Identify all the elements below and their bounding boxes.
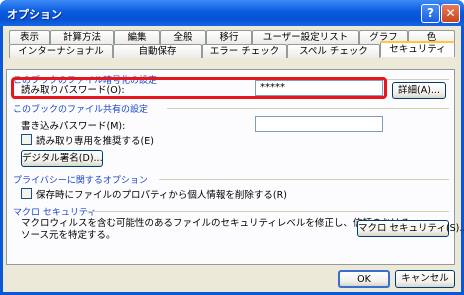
tab-view[interactable]: 表示 (9, 30, 50, 44)
readonly-recommended-label: 読み取り専用を推奨する(E) (36, 136, 154, 147)
privacy-section-title: プライバシーに関するオプション (13, 176, 148, 186)
cancel-button[interactable]: キャンセル (395, 270, 455, 288)
tab-edit[interactable]: 編集 (114, 30, 160, 44)
tab-general[interactable]: 全般 (160, 30, 206, 44)
ok-button[interactable]: OK (338, 270, 390, 288)
section-divider (85, 211, 449, 212)
tab-autosave[interactable]: 自動保存 (113, 44, 202, 58)
read-password-input[interactable]: ***** (255, 80, 383, 96)
macro-description-line1: マクロウィルスを含む可能性のあるファイルのセキュリティレベルを修正し、信頼のおけ… (21, 218, 410, 229)
tab-transition[interactable]: 移行 (206, 30, 252, 44)
help-icon: ? (427, 6, 434, 20)
security-panel: このブックのファイル暗号化の設定 読み取りパスワード(O): ***** 詳細(… (6, 69, 464, 265)
tab-security[interactable]: セキュリティ (380, 41, 455, 57)
close-icon: ✕ (445, 6, 456, 20)
options-dialog: オプション ? ✕ 表示 計算方法 編集 全般 移行 ユーザー設定リスト グラフ… (0, 0, 464, 295)
digital-signature-button[interactable]: デジタル署名(D)... (21, 150, 103, 167)
macro-description-line2: ソース元を特定する。 (21, 230, 116, 241)
read-password-label: 読み取りパスワード(O): (21, 85, 125, 96)
window-title: オプション (7, 8, 62, 21)
close-button[interactable]: ✕ (441, 4, 460, 23)
tab-error-checking[interactable]: エラー チェック (202, 44, 287, 58)
macro-section-title: マクロ セキュリティ (13, 208, 97, 218)
sharing-section-title: このブックのファイル共有の設定 (13, 105, 149, 115)
tab-calculation[interactable]: 計算方法 (50, 30, 114, 44)
tab-spelling[interactable]: スペル チェック (287, 44, 380, 58)
advanced-button[interactable]: 詳細(A)... (392, 82, 446, 99)
write-password-label: 書き込みパスワード(M): (21, 121, 126, 132)
section-divider (167, 108, 449, 109)
title-bar[interactable]: オプション ? ✕ (0, 0, 464, 26)
macro-security-button[interactable]: マクロ セキュリティ(S)... (357, 220, 464, 237)
tab-custom-lists[interactable]: ユーザー設定リスト (252, 30, 359, 44)
tab-international[interactable]: インターナショナル (9, 44, 113, 58)
help-button[interactable]: ? (421, 4, 440, 23)
write-password-input[interactable] (255, 116, 383, 132)
remove-personal-info-checkbox[interactable] (21, 188, 32, 199)
readonly-recommended-checkbox[interactable] (21, 134, 32, 145)
remove-personal-info-label: 保存時にファイルのプロパティから個人情報を削除する(R) (36, 190, 287, 201)
section-divider (159, 179, 449, 180)
dialog-client-area: 表示 計算方法 編集 全般 移行 ユーザー設定リスト グラフ 色 インターナショ… (3, 26, 464, 292)
